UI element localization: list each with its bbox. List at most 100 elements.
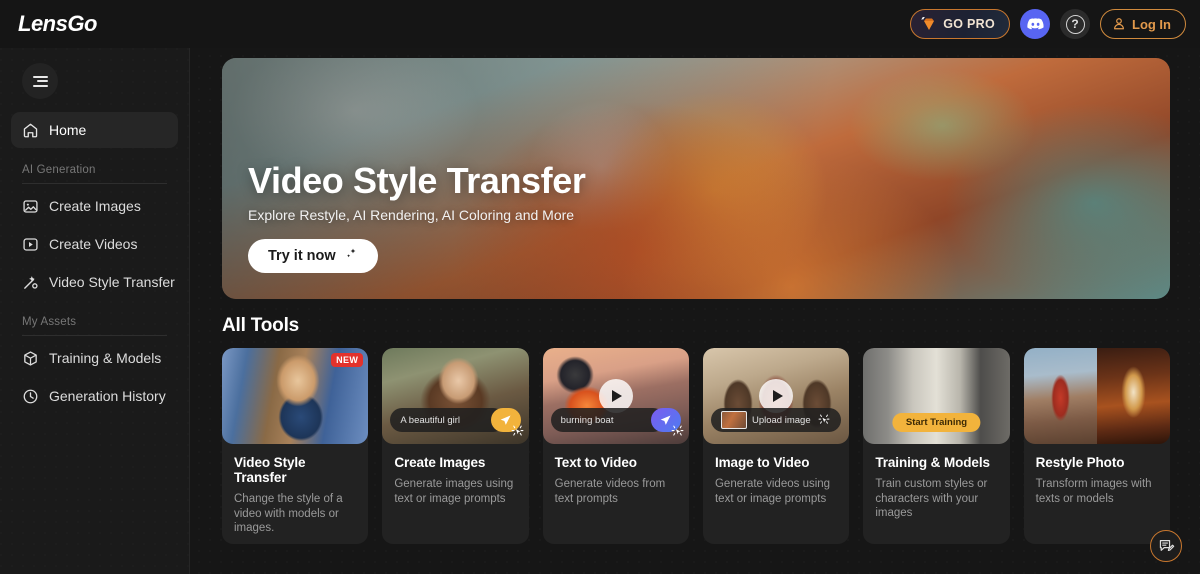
send-button-icon (490, 408, 524, 436)
sidebar-item-create-images[interactable]: Create Images (11, 188, 178, 224)
card-body: Restyle Photo Transform images with text… (1024, 444, 1170, 506)
prompt-pill: A beautiful girl (390, 408, 505, 432)
person-icon (1112, 17, 1126, 31)
diamond-gem-icon (921, 16, 937, 32)
login-button[interactable]: Log In (1100, 9, 1186, 39)
tool-card-video-style-transfer[interactable]: NEW Video Style Transfer Change the styl… (222, 348, 369, 544)
all-tools-heading: All Tools (222, 315, 300, 336)
card-body: Image to Video Generate videos using tex… (703, 444, 849, 506)
card-title: Training & Models (875, 455, 990, 470)
sidebar: Home AI Generation Create Images Create … (0, 48, 190, 574)
sidebar-item-training-and-models[interactable]: Training & Models (11, 340, 178, 376)
sidebar-item-label: Video Style Transfer (49, 274, 175, 290)
after-image (1096, 348, 1170, 444)
card-thumbnail: NEW (222, 348, 369, 444)
page-body: Home AI Generation Create Images Create … (0, 48, 1200, 574)
prompt-pill: burning boat (550, 408, 665, 432)
click-cursor-icon (511, 425, 524, 438)
upload-image-label: Upload image (751, 414, 811, 426)
discord-icon[interactable] (1020, 9, 1050, 39)
login-label: Log In (1132, 16, 1171, 32)
card-thumbnail: Upload image (702, 348, 850, 444)
sidebar-item-label: Create Images (49, 198, 141, 214)
tool-card-restyle-photo[interactable]: Restyle Photo Transform images with text… (1023, 348, 1170, 544)
tool-card-text-to-video[interactable]: burning boat Text to Video Generate vide… (542, 348, 689, 544)
go-pro-button[interactable]: GO PRO (910, 9, 1010, 39)
sidebar-item-label: Home (49, 122, 87, 138)
clock-icon (22, 388, 39, 405)
card-body: Text to Video Generate videos from text … (543, 444, 689, 506)
card-description: Generate videos using text or image prom… (714, 478, 831, 505)
feedback-button[interactable] (1150, 530, 1182, 562)
home-icon (22, 122, 39, 139)
before-image (1023, 348, 1097, 444)
card-title: Restyle Photo (1035, 455, 1125, 470)
hero-banner[interactable]: Video Style Transfer Explore Restyle, AI… (222, 58, 1170, 299)
card-title: Create Images (394, 455, 486, 470)
app-logo[interactable]: LensGo (18, 11, 97, 37)
card-thumbnail: Start Training (863, 348, 1010, 444)
card-title: Video Style Transfer (234, 455, 306, 485)
new-badge: NEW (331, 353, 364, 367)
top-header: LensGo GO PRO ? Log In (0, 0, 1200, 48)
go-pro-label: GO PRO (943, 17, 995, 31)
photo-thumbnail-icon (720, 411, 747, 429)
send-button-icon (650, 408, 684, 436)
section-title: AI Generation (22, 164, 96, 176)
feedback-note-icon (1158, 538, 1175, 555)
hero-subtitle: Explore Restyle, AI Rendering, AI Colori… (248, 207, 575, 223)
sidebar-item-create-videos[interactable]: Create Videos (11, 226, 178, 262)
prompt-overlay: burning boat (550, 408, 684, 436)
sidebar-item-generation-history[interactable]: Generation History (11, 378, 178, 414)
sidebar-item-label: Training & Models (49, 350, 162, 366)
hero-content: Video Style Transfer Explore Restyle, AI… (248, 160, 586, 273)
sidebar-section-ai-generation: AI Generation (11, 164, 178, 184)
try-it-now-button[interactable]: Try it now (248, 239, 378, 273)
hamburger-lines (32, 75, 48, 87)
click-cursor-icon (818, 414, 831, 427)
upload-image-pill: Upload image (710, 408, 842, 432)
sidebar-item-home[interactable]: Home (11, 112, 178, 148)
video-play-icon (22, 236, 39, 253)
card-title: Image to Video (714, 455, 810, 470)
card-description: Transform images with texts or models (1035, 478, 1152, 505)
main-content: Video Style Transfer Explore Restyle, AI… (190, 48, 1200, 574)
card-body: Create Images Generate images using text… (382, 444, 528, 506)
start-training-pill: Start Training (892, 413, 981, 432)
hamburger-menu-icon[interactable] (22, 63, 58, 99)
section-divider (22, 335, 167, 336)
sparkle-icon (343, 247, 358, 262)
sidebar-section-my-assets: My Assets (11, 316, 178, 336)
card-description: Generate images using text or image prom… (394, 478, 514, 505)
question-mark-icon[interactable]: ? (1060, 9, 1090, 39)
section-divider (22, 183, 167, 184)
hero-title: Video Style Transfer (248, 160, 586, 202)
help-glyph: ? (1065, 14, 1085, 34)
card-thumbnail: burning boat (542, 348, 689, 444)
app-root: LensGo GO PRO ? Log In Home AI Generatio… (0, 0, 1200, 574)
sidebar-item-label: Create Videos (49, 236, 138, 252)
prompt-overlay: Upload image (710, 408, 842, 432)
try-it-now-label: Try it now (268, 248, 336, 264)
card-thumbnail (1023, 348, 1170, 444)
section-title: My Assets (22, 316, 77, 328)
header-actions: GO PRO ? Log In (910, 9, 1186, 39)
magic-wand-icon (22, 274, 39, 291)
tool-card-training-and-models[interactable]: Start Training Training & Models Train c… (863, 348, 1010, 544)
card-description: Train custom styles or characters with y… (875, 478, 988, 520)
sidebar-item-label: Generation History (49, 388, 166, 404)
tool-card-create-images[interactable]: A beautiful girl Create Images Generate … (382, 348, 529, 544)
click-cursor-icon (671, 425, 684, 438)
card-description: Change the style of a video with models … (234, 493, 343, 535)
card-description: Generate videos from text prompts (554, 478, 666, 505)
image-icon (22, 198, 39, 215)
card-body: Video Style Transfer Change the style of… (222, 444, 368, 536)
tool-card-image-to-video[interactable]: Upload image Image to Video Generate vid… (702, 348, 850, 544)
card-title: Text to Video (554, 455, 637, 470)
cube-icon (22, 350, 39, 367)
sidebar-item-video-style-transfer[interactable]: Video Style Transfer (11, 264, 178, 300)
prompt-overlay: A beautiful girl (390, 408, 524, 436)
card-body: Training & Models Train custom styles or… (863, 444, 1009, 521)
tools-grid: NEW Video Style Transfer Change the styl… (222, 348, 1170, 544)
card-thumbnail: A beautiful girl (382, 348, 529, 444)
